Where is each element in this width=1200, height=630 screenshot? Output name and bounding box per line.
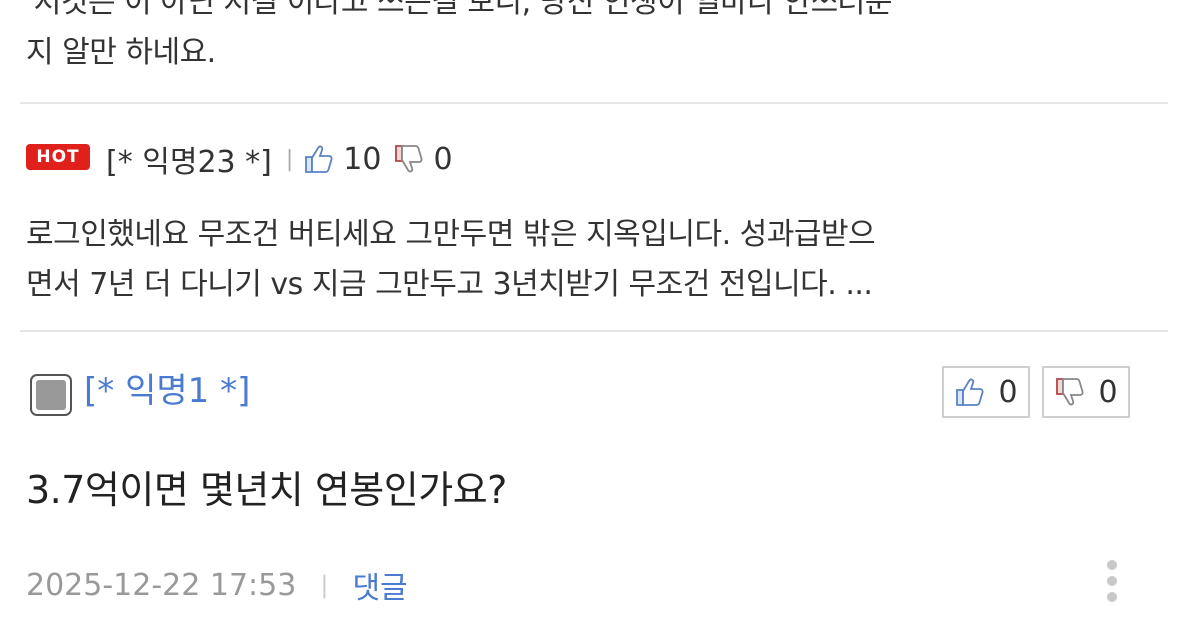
thumb-up-icon <box>954 375 988 409</box>
hot-comment-meta: [* 익명23 *] | 10 0 <box>106 136 465 182</box>
like-count: 0 <box>998 374 1018 410</box>
reply-button[interactable]: 댓글 <box>352 563 407 607</box>
comment-author[interactable]: [* 익명1 *] <box>84 366 250 416</box>
footer-separator: | <box>320 571 329 599</box>
thumb-up-icon[interactable] <box>303 142 337 176</box>
hot-comment-line-1: 로그인했네요 무조건 버티세요 그만두면 밖은 지옥입니다. 성과급받으 <box>26 217 876 252</box>
previous-comment-text: '저것은 이 아닌 저걸 이라고 쓰는걸 보니, 당신 인생이 얼마나 안쓰러운… <box>26 0 1166 78</box>
comment-author[interactable]: [* 익명23 *] <box>106 137 272 181</box>
dislike-count: 0 <box>433 141 453 177</box>
dislike-count: 0 <box>1098 374 1118 410</box>
hot-comment-line-2: 면서 7년 더 다니기 vs 지금 그만두고 3년치받기 무조건 전입니다. .… <box>26 267 873 302</box>
meta-separator: | <box>285 146 294 172</box>
hot-badge: HOT <box>26 144 90 170</box>
previous-comment: '저것은 이 아닌 저걸 이라고 쓰는걸 보니, 당신 인생이 얼마나 안쓰러운… <box>0 0 1200 104</box>
dislike-button[interactable]: 0 <box>1042 366 1130 418</box>
thumb-down-icon[interactable] <box>393 142 427 176</box>
like-count: 10 <box>343 141 382 177</box>
hot-comment-text: 로그인했네요 무조건 버티세요 그만두면 밖은 지옥입니다. 성과급받으 면서 … <box>26 210 1166 310</box>
checkbox-icon[interactable] <box>30 374 72 416</box>
like-button[interactable]: 0 <box>942 366 1030 418</box>
divider <box>20 330 1168 332</box>
thumb-down-icon <box>1054 375 1088 409</box>
comment-footer: 2025-12-22 17:53 | 댓글 <box>26 560 408 610</box>
previous-comment-line-2: 지 알만 하네요. <box>26 35 216 70</box>
comment-text: 3.7억이면 몇년치 연봉인가요? <box>26 468 507 512</box>
previous-comment-line-1: '저것은 이 아닌 저걸 이라고 쓰는걸 보니, 당신 인생이 얼마나 안쓰러운 <box>26 0 892 20</box>
more-vertical-icon[interactable] <box>1102 558 1122 604</box>
comment-date: 2025-12-22 17:53 <box>26 567 297 603</box>
divider <box>20 102 1168 104</box>
